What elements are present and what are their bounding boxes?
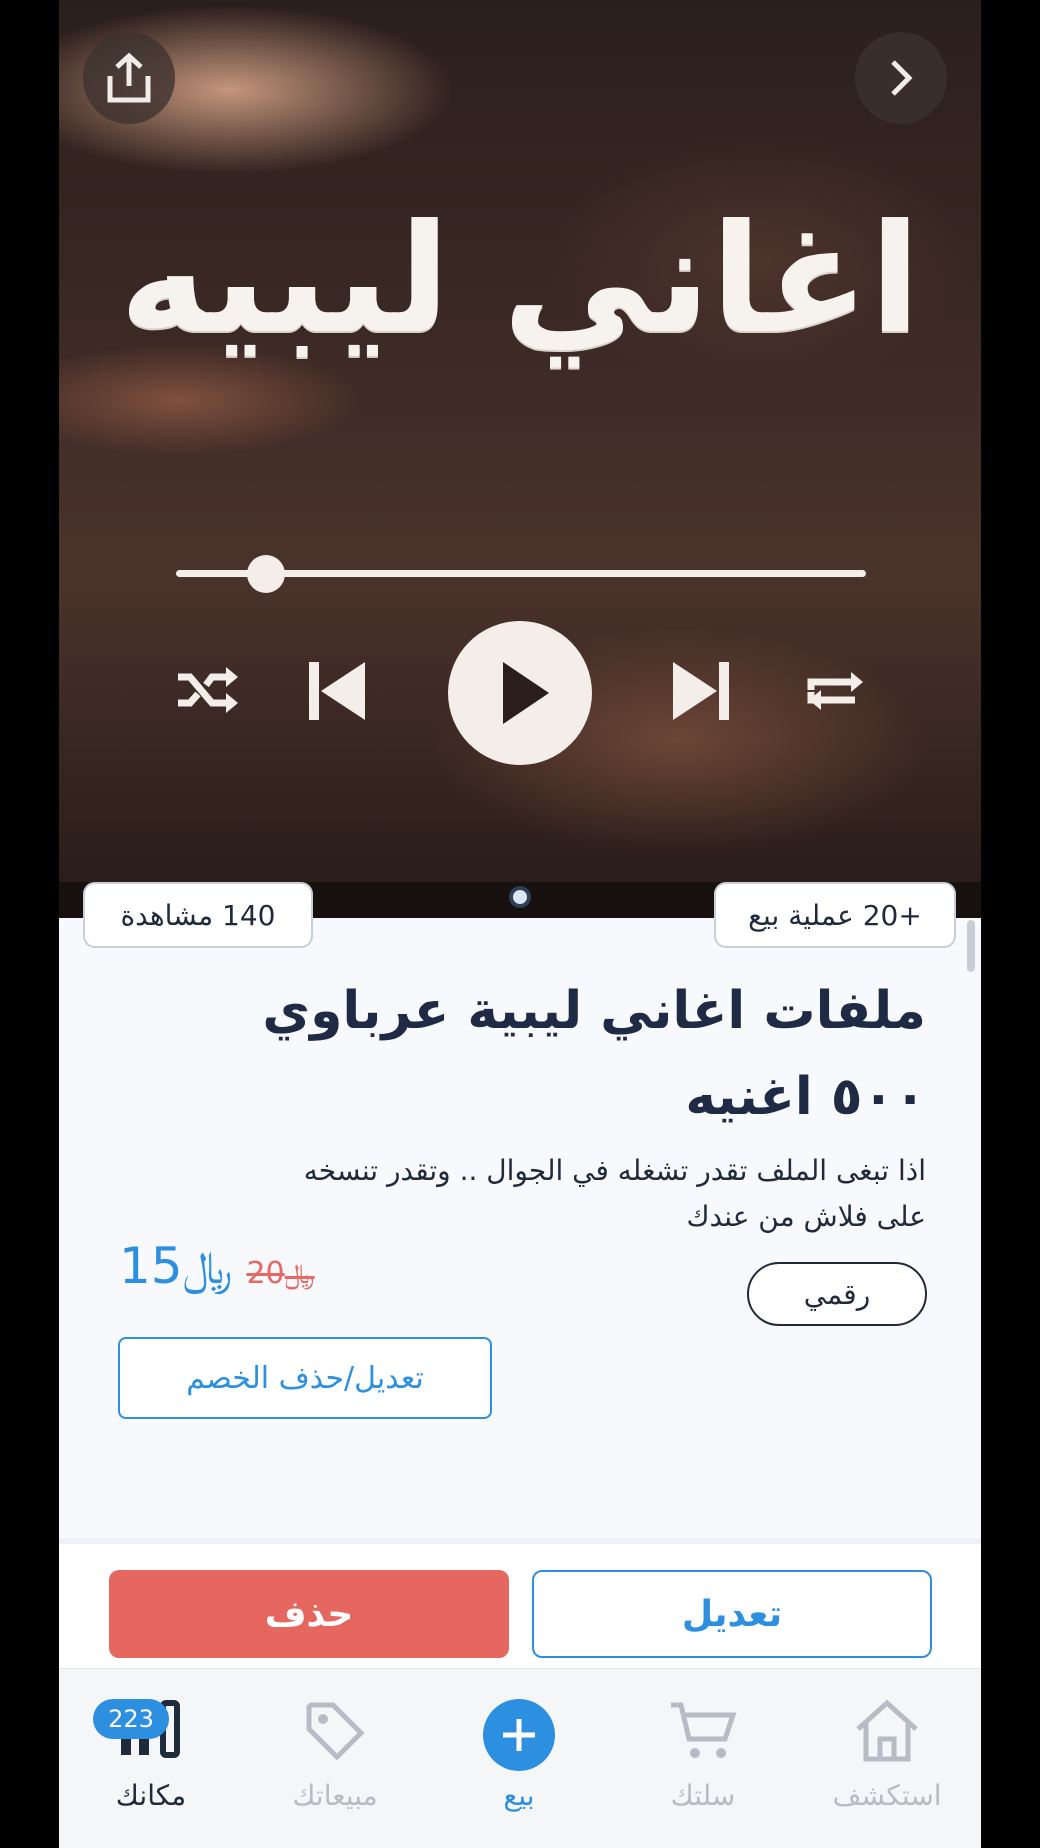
sales-badge: +20 عملية بيع [714,882,956,948]
tab-sell[interactable]: بيع [427,1669,611,1848]
tag-icon [303,1699,367,1767]
shuffle-icon [174,665,240,715]
product-description: اذا تبغى الملف تقدر تشغله في الجوال .. و… [303,1154,926,1233]
shop-count-badge: 223 [93,1699,169,1739]
tab-sales[interactable]: مبيعاتك [243,1669,427,1848]
tab-explore[interactable]: استكشف [795,1669,979,1848]
current-price: ﷼15 [119,1237,233,1295]
carousel-dot[interactable] [509,886,531,908]
home-icon [854,1699,920,1767]
tab-shop-label: مكانك [115,1779,187,1812]
sell-plus-button[interactable] [483,1699,555,1771]
tab-explore-label: استكشف [832,1779,942,1812]
chevron-right-icon [891,60,913,96]
forward-button[interactable] [855,32,947,124]
image-progress-knob [246,555,285,593]
product-type-badge: رقمي [747,1262,927,1326]
tab-shop[interactable]: 223 مكانك [59,1669,243,1848]
bottom-tab-bar: 223 مكانك مبيعاتك بيع سلتك استكشف [59,1668,981,1848]
cart-icon [669,1699,737,1767]
play-icon [447,620,593,766]
edit-discount-button[interactable]: تعديل/حذف الخصم [118,1337,492,1419]
tab-cart[interactable]: سلتك [611,1669,795,1848]
share-button[interactable] [83,32,175,124]
image-title-text: اغاني ليبيه [119,193,921,367]
price-row: ﷼15 ﷼20 [119,1228,315,1298]
scrollbar[interactable] [967,920,975,972]
views-badge: 140 مشاهدة [83,882,313,948]
tab-sales-label: مبيعاتك [292,1779,378,1812]
previous-icon [307,660,367,722]
tab-cart-label: سلتك [670,1779,736,1812]
next-icon [671,660,731,722]
plus-icon [503,1719,535,1751]
app-screen: اغاني ليبيه 140 مشاهدة +20 عملية بيع ملف… [59,0,981,1848]
currency-icon: ﷼ [182,1241,233,1294]
delete-button[interactable]: حذف [109,1570,509,1658]
action-bar: حذف تعديل [59,1538,981,1668]
product-image[interactable]: اغاني ليبيه [59,0,981,882]
old-price: ﷼20 [246,1256,315,1291]
share-icon [107,52,151,103]
product-title: ملفات اغاني ليبية عرباوي ٥٠٠ اغنيه [262,981,926,1127]
tab-sell-label: بيع [503,1779,535,1812]
repeat-icon [805,666,867,716]
edit-button[interactable]: تعديل [532,1570,932,1658]
